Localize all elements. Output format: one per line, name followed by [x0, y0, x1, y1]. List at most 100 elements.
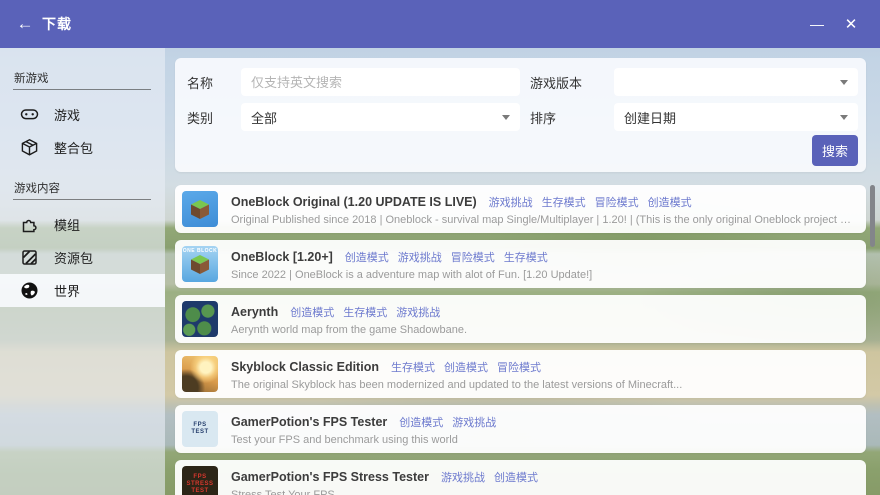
result-tag[interactable]: 创造模式	[444, 362, 488, 374]
app-window: ← 下载 — ✕ 新游戏 游戏 整合包 游戏内容 模组 资源包 世界 名称 仅支…	[0, 0, 880, 495]
result-tag[interactable]: 生存模式	[504, 252, 548, 264]
result-title: Skyblock Classic Edition	[231, 359, 379, 374]
main-content: 名称 游戏版本 类别 全部 排序 创建日期	[175, 48, 866, 495]
result-description: The original Skyblock has been modernize…	[231, 378, 683, 391]
name-search-input[interactable]	[241, 68, 520, 96]
puzzle-icon	[22, 219, 37, 233]
sort-value: 创建日期	[624, 110, 677, 126]
scrollbar-thumb[interactable]	[870, 185, 875, 247]
result-description: Stress Test Your FPS...	[231, 488, 344, 495]
result-icon: ONE BLOCK	[182, 246, 218, 282]
close-button[interactable]: ✕	[834, 9, 868, 39]
result-body: GamerPotion's FPS Tester 创造模式 游戏挑战 Test y…	[231, 413, 854, 446]
result-tag[interactable]: 创造模式	[345, 252, 389, 264]
result-tag[interactable]: 冒险模式	[451, 252, 495, 264]
result-title: OneBlock [1.20+]	[231, 249, 333, 264]
minimize-button[interactable]: —	[800, 9, 834, 39]
sidebar-item-label: 资源包	[54, 251, 94, 266]
result-tag[interactable]: 游戏挑战	[452, 417, 496, 429]
result-title-row: Skyblock Classic Edition 生存模式 创造模式 冒险模式	[231, 358, 854, 376]
sidebar-item-mods[interactable]: 模组	[0, 208, 165, 241]
result-title: GamerPotion's FPS Tester	[231, 414, 388, 429]
section-divider	[13, 89, 151, 90]
category-label: 类别	[187, 110, 214, 126]
result-card[interactable]: FPS STRESS TEST GamerPotion's FPS Stress…	[175, 460, 866, 495]
result-card[interactable]: ONE BLOCK OneBlock [1.20+] 创造模式 游戏挑战 冒险模式生…	[175, 240, 866, 288]
result-description: Test your FPS and benchmark using this w…	[231, 433, 458, 446]
result-card[interactable]: OneBlock Original (1.20 UPDATE IS LIVE) …	[175, 185, 866, 233]
result-body: OneBlock Original (1.20 UPDATE IS LIVE) …	[231, 193, 854, 226]
sidebar-section-game-content: 游戏内容	[14, 183, 60, 195]
result-icon-text: FPS STRESS TEST	[186, 473, 214, 494]
sidebar-section-new-games: 新游戏	[14, 73, 49, 85]
titlebar: ← 下载 — ✕	[0, 0, 880, 48]
sort-dropdown[interactable]: 创建日期	[614, 103, 858, 131]
sidebar-item-modpacks[interactable]: 整合包	[0, 131, 165, 164]
sidebar-item-games[interactable]: 游戏	[0, 98, 165, 131]
game-version-label: 游戏版本	[530, 75, 583, 91]
sidebar-item-resource-packs[interactable]: 资源包	[0, 241, 165, 274]
result-tag[interactable]: 创造模式	[399, 417, 443, 429]
result-icon-text: FPS TEST	[191, 422, 209, 435]
back-button[interactable]: ←	[8, 9, 42, 39]
result-tags: 创造模式 游戏挑战	[399, 413, 505, 431]
result-title-row: Aerynth 创造模式 生存模式 游戏挑战	[231, 303, 854, 321]
search-button[interactable]: 搜索	[811, 135, 858, 166]
result-tag[interactable]: 冒险模式	[595, 197, 639, 209]
sidebar-item-label: 游戏	[54, 108, 81, 123]
gamepad-icon	[20, 109, 39, 120]
result-title-row: OneBlock [1.20+] 创造模式 游戏挑战 冒险模式 生存模式	[231, 248, 854, 266]
sidebar-item-label: 模组	[54, 218, 81, 233]
result-title-row: GamerPotion's FPS Stress Tester 游戏挑战 创造模式	[231, 468, 854, 486]
back-arrow-icon: ←	[16, 14, 34, 33]
result-tag[interactable]: 生存模式	[343, 307, 387, 319]
package-icon	[21, 139, 38, 156]
result-tag[interactable]: 创造模式	[648, 197, 692, 209]
result-body: Skyblock Classic Edition 生存模式 创造模式 冒险模式 Th…	[231, 358, 854, 391]
result-icon	[182, 356, 218, 392]
page-title: 下载	[42, 16, 72, 32]
result-card[interactable]: FPS TEST GamerPotion's FPS Tester 创造模式 游戏…	[175, 405, 866, 453]
result-card[interactable]: Aerynth 创造模式 生存模式 游戏挑战 Aerynth world map f…	[175, 295, 866, 343]
result-tag[interactable]: 生存模式	[391, 362, 435, 374]
result-icon	[182, 301, 218, 337]
sidebar-item-label: 整合包	[54, 141, 94, 156]
grass-block-art	[191, 255, 209, 274]
minimize-icon: —	[810, 16, 824, 32]
result-description: Aerynth world map from the game Shadowba…	[231, 323, 468, 336]
result-tags: 游戏挑战 创造模式	[441, 468, 547, 486]
result-card[interactable]: Skyblock Classic Edition 生存模式 创造模式 冒险模式 Th…	[175, 350, 866, 398]
result-tag[interactable]: 游戏挑战	[398, 252, 442, 264]
result-icon	[182, 191, 218, 227]
search-form: 名称 游戏版本 类别 全部 排序 创建日期	[175, 58, 866, 172]
result-title: OneBlock Original (1.20 UPDATE IS LIVE)	[231, 194, 477, 209]
result-tags: 游戏挑战 生存模式 冒险模式 创造模式	[489, 193, 701, 211]
resource-pack-icon	[22, 250, 37, 265]
result-title-row: GamerPotion's FPS Tester 创造模式 游戏挑战	[231, 413, 854, 431]
game-version-dropdown[interactable]	[614, 68, 858, 96]
result-tag[interactable]: 游戏挑战	[441, 472, 485, 484]
result-tag[interactable]: 游戏挑战	[396, 307, 440, 319]
category-dropdown[interactable]: 全部	[241, 103, 520, 131]
result-title: Aerynth	[231, 304, 279, 319]
sidebar: 新游戏 游戏 整合包 游戏内容 模组 资源包 世界	[0, 48, 165, 495]
close-icon: ✕	[844, 16, 858, 33]
result-body: Aerynth 创造模式 生存模式 游戏挑战 Aerynth world map f…	[231, 303, 854, 336]
result-icon-text	[182, 301, 218, 337]
sort-label: 排序	[530, 110, 557, 126]
result-tag[interactable]: 游戏挑战	[489, 197, 533, 209]
result-body: GamerPotion's FPS Stress Tester 游戏挑战 创造模式…	[231, 468, 854, 495]
sidebar-item-worlds[interactable]: 世界	[0, 274, 165, 307]
grass-block-art	[191, 200, 209, 219]
result-title-row: OneBlock Original (1.20 UPDATE IS LIVE) …	[231, 193, 854, 211]
result-tag[interactable]: 创造模式	[290, 307, 334, 319]
result-icon: FPS TEST	[182, 411, 218, 447]
result-tag[interactable]: 创造模式	[494, 472, 538, 484]
chevron-down-icon	[840, 79, 848, 85]
result-tag[interactable]: 冒险模式	[497, 362, 541, 374]
result-tag[interactable]: 生存模式	[542, 197, 586, 209]
result-tags: 生存模式 创造模式 冒险模式	[391, 358, 550, 376]
result-icon: FPS STRESS TEST	[182, 466, 218, 495]
result-description: Original Published since 2018 | Oneblock…	[231, 213, 854, 226]
